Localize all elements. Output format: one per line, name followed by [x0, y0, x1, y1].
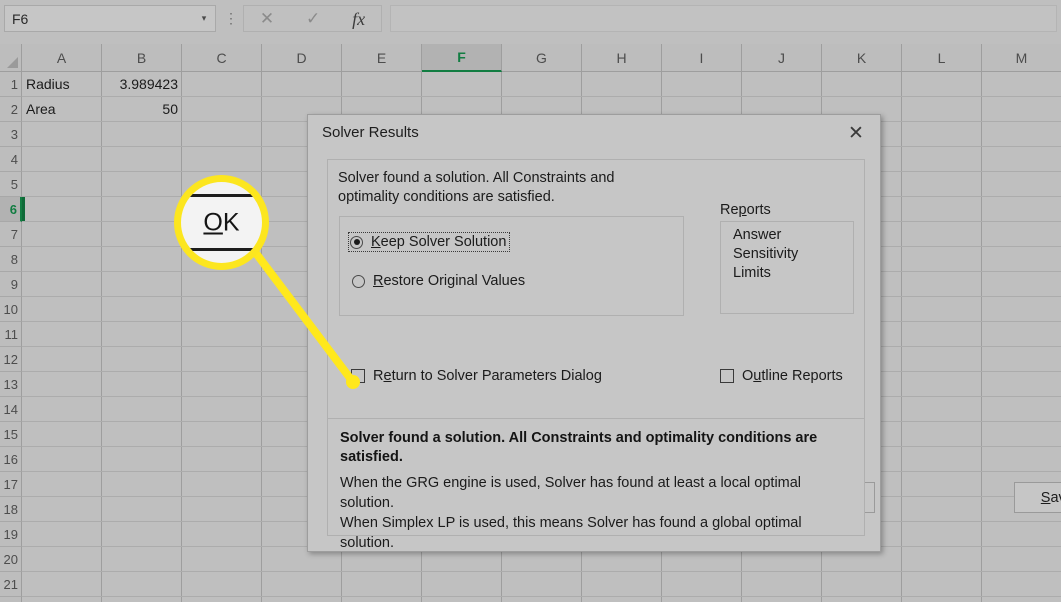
column-header-a[interactable]: A: [22, 44, 102, 72]
result-body-line-2: When Simplex LP is used, this means Solv…: [340, 515, 802, 551]
solution-options-group: Keep Solver Solution Restore Original Va…: [339, 216, 684, 316]
cell-B2[interactable]: 50: [102, 97, 182, 121]
report-item-limits[interactable]: Limits: [733, 264, 853, 283]
row-header-16[interactable]: 16: [0, 447, 22, 472]
name-box-value: F6: [12, 10, 29, 27]
cell-A2[interactable]: Area: [22, 97, 102, 121]
row-header-5[interactable]: 5: [0, 172, 22, 197]
confirm-formula-icon[interactable]: ✓: [306, 10, 320, 27]
cancel-formula-icon[interactable]: ✕: [260, 10, 274, 27]
radio-restore-original-values[interactable]: Restore Original Values: [352, 273, 525, 289]
column-header-m[interactable]: M: [982, 44, 1061, 72]
radio-unselected-icon: [352, 274, 365, 288]
chevron-down-icon[interactable]: ▾: [197, 13, 215, 24]
excel-solver-results-screenshot: F6 ▾ ⋮ ✕ ✓ fx ABCDEFGHIJKLM 1 2 3 4 5 6 7 8 9 10 1…: [0, 0, 1061, 602]
magnifier-top-edge: [181, 194, 262, 197]
row-header-8[interactable]: 8: [0, 247, 22, 272]
report-item-sensitivity[interactable]: Sensitivity: [733, 245, 853, 264]
grid-line-vertical: [901, 72, 902, 602]
row-header-7[interactable]: 7: [0, 222, 22, 247]
grid-line-vertical: [261, 72, 262, 602]
formula-bar: F6 ▾ ⋮ ✕ ✓ fx: [0, 0, 1061, 44]
row-header-2[interactable]: 2: [0, 97, 22, 122]
checkbox-unchecked-icon: [351, 369, 365, 383]
selection-cursor-marker: [22, 197, 25, 221]
row-header-12[interactable]: 12: [0, 347, 22, 372]
column-header-e[interactable]: E: [342, 44, 422, 72]
select-all-corner[interactable]: [0, 44, 22, 72]
checkbox-return-label: Return to Solver Parameters Dialog: [373, 368, 602, 384]
column-header-b[interactable]: B: [102, 44, 182, 72]
grid-line-vertical: [981, 72, 982, 602]
checkbox-unchecked-icon: [720, 369, 734, 383]
row-header-10[interactable]: 10: [0, 297, 22, 322]
close-icon[interactable]: ✕: [842, 121, 870, 145]
solver-results-dialog: Solver Results ✕ Solver found a solution…: [307, 114, 1061, 552]
row-header-19[interactable]: 19: [0, 522, 22, 547]
checkbox-outline-reports-label: Outline Reports: [742, 368, 843, 384]
row-header-11[interactable]: 11: [0, 322, 22, 347]
row-header-14[interactable]: 14: [0, 397, 22, 422]
result-details-panel: Solver found a solution. All Constraints…: [327, 418, 865, 551]
column-header-i[interactable]: I: [662, 44, 742, 72]
column-header-k[interactable]: K: [822, 44, 902, 72]
name-box[interactable]: F6 ▾: [4, 5, 216, 32]
more-options-icon[interactable]: ⋮: [224, 9, 238, 28]
radio-selected-icon: [350, 235, 363, 249]
row-header-9[interactable]: 9: [0, 272, 22, 297]
report-item-answer[interactable]: Answer: [733, 226, 853, 245]
magnifier-content: OK: [181, 182, 262, 263]
grid-line-horizontal: [22, 571, 1061, 572]
row-header-6[interactable]: 6: [0, 197, 22, 222]
row-header-1[interactable]: 1: [0, 72, 22, 97]
grid-line-horizontal: [22, 596, 1061, 597]
magnifier-bottom-edge: [181, 248, 262, 251]
cell-B1[interactable]: 3.989423: [102, 72, 182, 96]
reports-group: Reports Answer Sensitivity Limits: [720, 202, 854, 317]
radio-restore-original-values-label: Restore Original Values: [373, 273, 526, 289]
formula-bar-actions: ✕ ✓ fx: [243, 5, 382, 32]
row-header-4[interactable]: 4: [0, 147, 22, 172]
row-header-17[interactable]: 17: [0, 472, 22, 497]
column-header-g[interactable]: G: [502, 44, 582, 72]
result-heading: Solver found a solution. All Constraints…: [340, 430, 818, 465]
row-header-21[interactable]: 21: [0, 572, 22, 597]
reports-list[interactable]: Answer Sensitivity Limits: [720, 221, 854, 314]
checkbox-return-to-solver-parameters-dialog[interactable]: Return to Solver Parameters Dialog: [351, 368, 602, 384]
row-header-15[interactable]: 15: [0, 422, 22, 447]
result-body-line-1: When the GRG engine is used, Solver has …: [340, 475, 802, 511]
column-header-f[interactable]: F: [422, 44, 502, 72]
row-header-3[interactable]: 3: [0, 122, 22, 147]
grid-line-vertical: [101, 72, 102, 602]
grid-line-vertical: [181, 72, 182, 602]
row-header-20[interactable]: 20: [0, 547, 22, 572]
column-header-j[interactable]: J: [742, 44, 822, 72]
checkbox-outline-reports[interactable]: Outline Reports: [720, 368, 843, 384]
reports-label: Reports: [720, 202, 771, 218]
formula-input[interactable]: [390, 5, 1057, 32]
magnified-ok-label: OK: [203, 208, 240, 236]
save-scenario-button[interactable]: Save Scenario...: [1014, 482, 1061, 513]
column-header-c[interactable]: C: [182, 44, 262, 72]
solver-status-message: Solver found a solution. All Constraints…: [338, 170, 615, 205]
row-header-22[interactable]: 22: [0, 597, 22, 602]
dialog-title: Solver Results: [322, 124, 419, 141]
dialog-title-bar[interactable]: Solver Results ✕: [308, 115, 880, 151]
insert-function-icon[interactable]: fx: [352, 10, 365, 28]
cell-A1[interactable]: Radius: [22, 72, 102, 96]
row-header-18[interactable]: 18: [0, 497, 22, 522]
column-header-d[interactable]: D: [262, 44, 342, 72]
column-header-l[interactable]: L: [902, 44, 982, 72]
radio-keep-solver-solution-label: Keep Solver Solution: [371, 234, 507, 250]
column-header-h[interactable]: H: [582, 44, 662, 72]
radio-keep-solver-solution[interactable]: Keep Solver Solution: [347, 232, 511, 252]
magnifier-callout: OK: [174, 175, 269, 270]
row-header-13[interactable]: 13: [0, 372, 22, 397]
